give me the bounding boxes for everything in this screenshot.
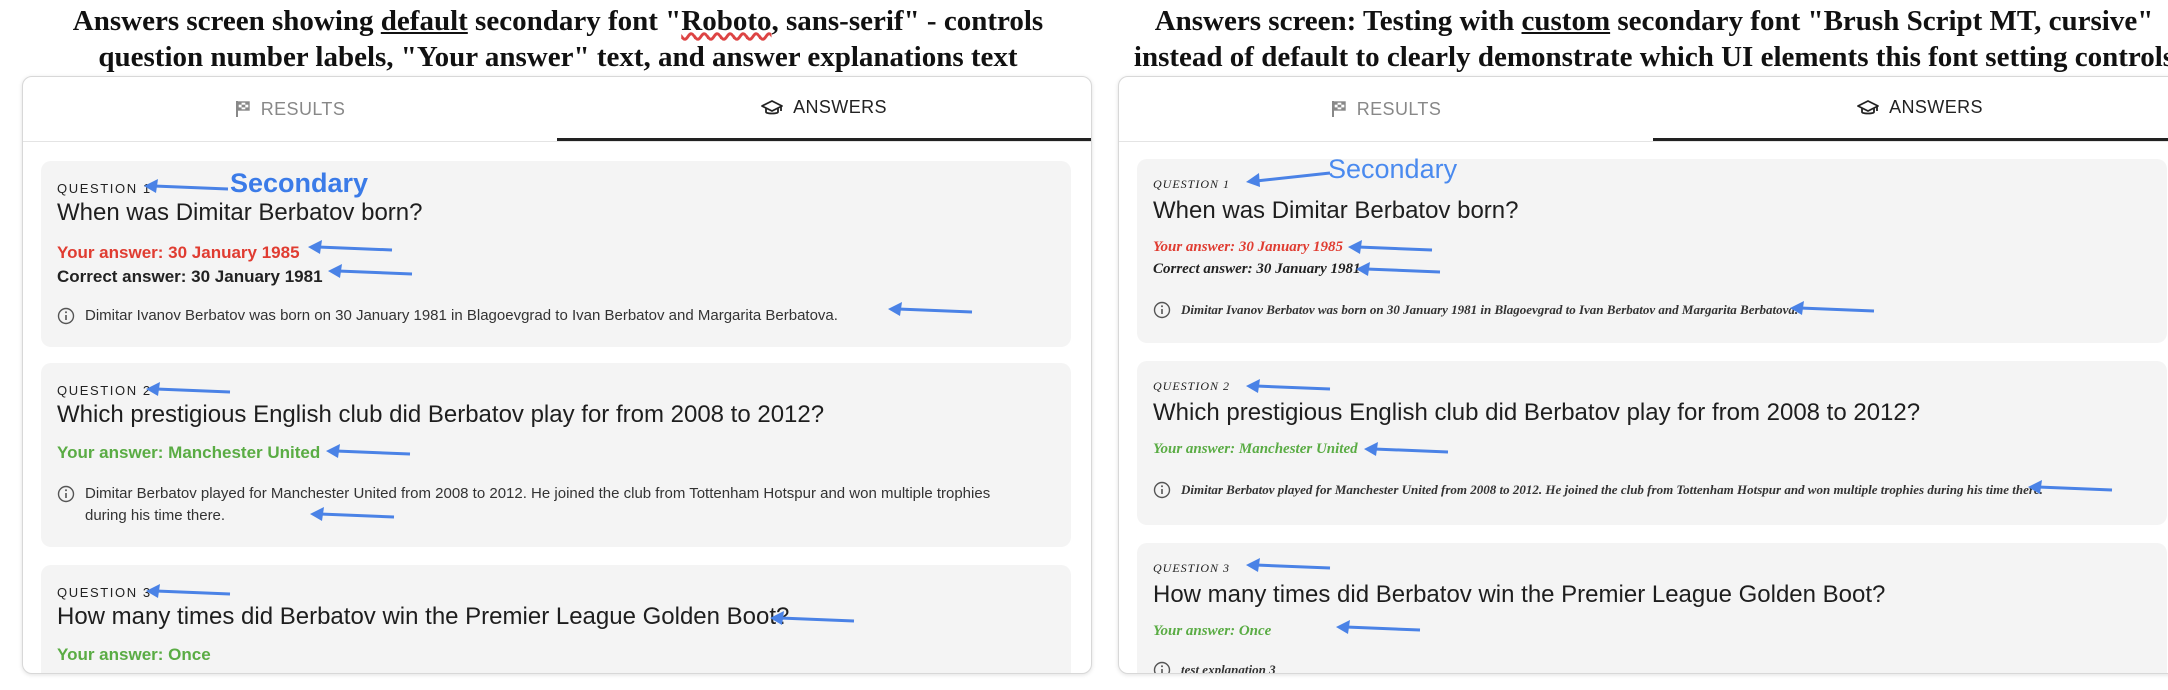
arrow-icon (1246, 379, 1331, 393)
info-icon (1153, 301, 1171, 319)
your-answer: Your answer: Once (1153, 623, 1272, 639)
explanation-text: Dimitar Berbatov played for Manchester U… (85, 485, 991, 524)
your-answer: Your answer: Manchester United (1153, 441, 1358, 457)
info-icon (57, 307, 75, 325)
arrow-icon (1356, 262, 1441, 276)
question-title: When was Dimitar Berbatov born? (1153, 197, 1519, 224)
explanation-text: test explanation 3 (1181, 662, 1276, 674)
question-title: Which prestigious English club did Berba… (1153, 399, 1921, 426)
arrow-icon (310, 507, 395, 521)
secondary-annotation-label: Secondary (1328, 154, 1458, 184)
explanation-text: Dimitar Ivanov Berbatov was born on 30 J… (1181, 302, 1799, 317)
tab-results-label: RESULTS (1356, 98, 1442, 119)
tab-answers-label: ANSWERS (1889, 97, 1983, 117)
correct-answer: Correct answer: 30 January 1981 (1153, 261, 1361, 277)
arrow-icon (146, 584, 231, 598)
question-title: When was Dimitar Berbatov born? (57, 199, 423, 226)
explanation-text: Dimitar Berbatov played for Manchester U… (1181, 482, 2043, 497)
explanation-text: Dimitar Ivanov Berbatov was born on 30 J… (85, 307, 838, 324)
custom-font-panel: Answers screen: Testing with custom seco… (1118, 0, 2168, 690)
arrow-icon (1364, 442, 1449, 456)
caption-line-2: question number labels, "Your answer" te… (98, 41, 1018, 73)
answer-explanation: Dimitar Ivanov Berbatov was born on 30 J… (1153, 299, 2141, 321)
arrow-icon (1790, 301, 1875, 315)
info-icon (57, 485, 75, 503)
question-number-label: QUESTION 2 (57, 383, 152, 398)
caption-line-1: Answers screen showing default secondary… (72, 5, 1044, 37)
tab-bar: RESULTS ANSWERS (1119, 77, 2168, 142)
arrow-icon (146, 382, 231, 396)
caption-line-1: Answers screen: Testing with custom seco… (1154, 5, 2154, 37)
graduation-cap-icon (1857, 99, 1879, 114)
info-icon (1153, 661, 1171, 673)
tab-bar: RESULTS ANSWERS (23, 77, 1091, 142)
your-answer: Your answer: 30 January 1985 (1153, 239, 1344, 255)
arrow-icon (2028, 480, 2113, 494)
tab-answers[interactable]: ANSWERS (557, 77, 1091, 141)
arrow-icon (1336, 620, 1421, 634)
tab-results[interactable]: RESULTS (23, 77, 557, 141)
default-font-panel: Answers screen showing default secondary… (22, 0, 1094, 690)
answer-explanation: Dimitar Ivanov Berbatov was born on 30 J… (57, 305, 1025, 327)
question-number-label: QUESTION 2 (1153, 379, 1231, 393)
arrow-icon (1246, 558, 1331, 572)
tab-results[interactable]: RESULTS (1119, 77, 1653, 141)
info-icon (1153, 481, 1171, 499)
checkered-flag-icon (235, 101, 250, 117)
secondary-annotation-label: Secondary (230, 168, 369, 198)
your-answer: Your answer: 30 January 1985 (57, 243, 300, 262)
tab-answers[interactable]: ANSWERS (1653, 77, 2168, 141)
question-title: Which prestigious English club did Berba… (57, 401, 825, 428)
arrow-icon (1348, 240, 1433, 254)
answer-explanation: Dimitar Berbatov played for Manchester U… (1153, 479, 2141, 501)
graduation-cap-icon (761, 99, 783, 114)
arrow-icon (328, 264, 413, 278)
your-answer: Your answer: Once (57, 645, 211, 664)
tab-results-label: RESULTS (260, 98, 346, 119)
question-title: How many times did Berbatov win the Prem… (1153, 581, 1886, 608)
question-number-label: QUESTION 3 (1153, 561, 1231, 575)
question-title: How many times did Berbatov win the Prem… (57, 603, 790, 630)
answer-explanation: Dimitar Berbatov played for Manchester U… (57, 483, 1025, 527)
arrow-icon (888, 302, 973, 316)
question-number-label: QUESTION 1 (57, 181, 152, 196)
arrow-icon (326, 444, 411, 458)
your-answer: Your answer: Manchester United (57, 443, 321, 462)
arrow-icon (1246, 171, 1331, 187)
arrow-icon (308, 240, 393, 254)
question-number-label: QUESTION 1 (1153, 177, 1231, 191)
correct-answer: Correct answer: 30 January 1981 (57, 267, 323, 286)
tab-answers-label: ANSWERS (793, 97, 887, 117)
checkered-flag-icon (1331, 101, 1346, 117)
arrow-icon (144, 179, 229, 193)
answer-explanation: test explanation 3 (1153, 659, 2141, 674)
question-number-label: QUESTION 3 (57, 585, 152, 600)
arrow-icon (770, 611, 855, 625)
caption-line-2: instead of default to clearly demonstrat… (1133, 41, 2168, 73)
